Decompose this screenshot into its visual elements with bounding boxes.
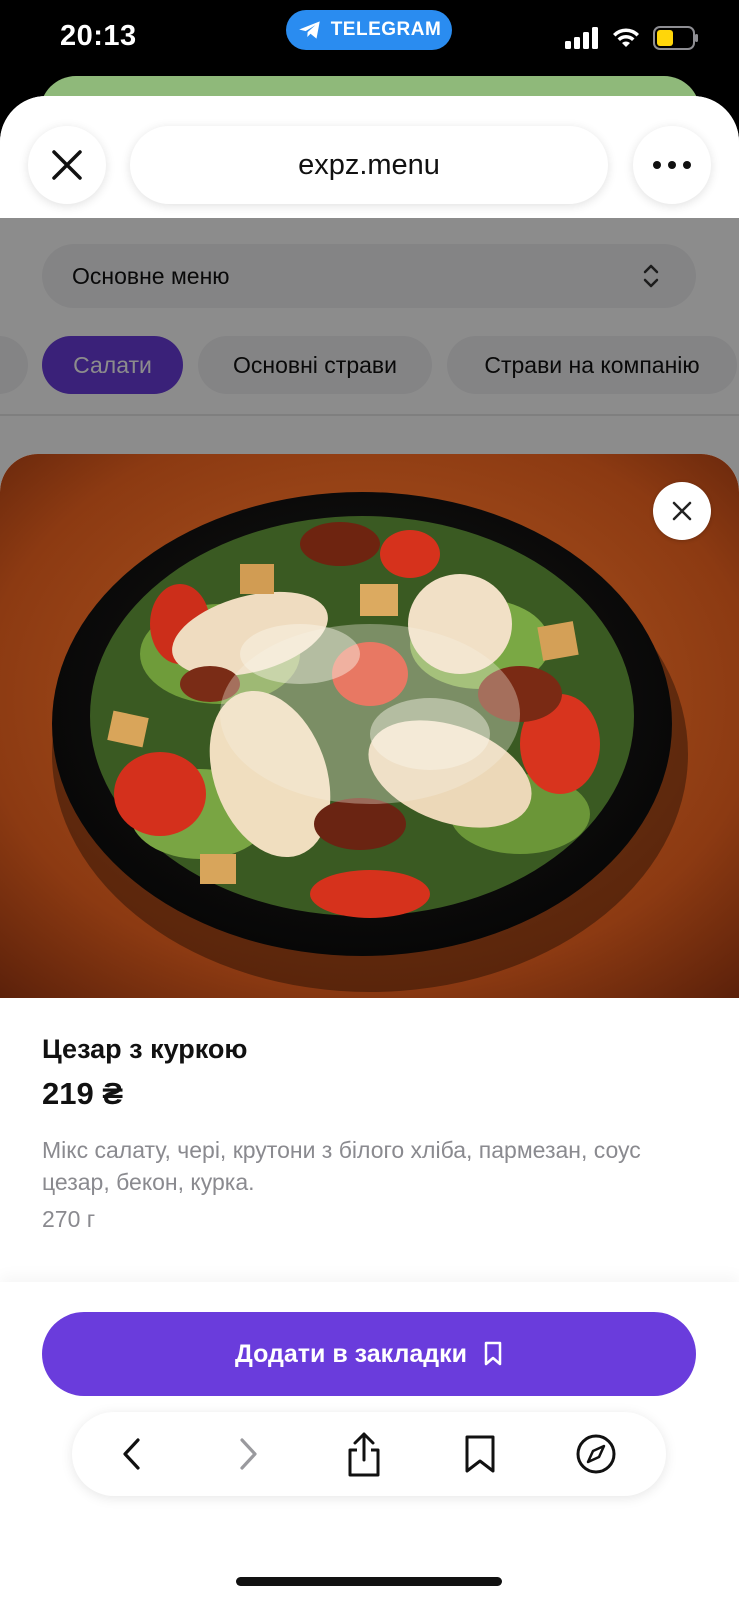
signal-icon: [565, 27, 598, 49]
dish-name: Цезар з куркою: [42, 1034, 248, 1064]
browser-header: expz.menu: [0, 96, 739, 218]
share-button[interactable]: [338, 1428, 390, 1480]
share-icon: [348, 1432, 380, 1477]
bookmarks-icon: [465, 1435, 495, 1473]
open-in-safari-button[interactable]: [570, 1428, 622, 1480]
back-icon: [123, 1438, 140, 1470]
return-app-label: TELEGRAM: [330, 19, 442, 40]
browser-toolbar: [72, 1412, 666, 1496]
back-button[interactable]: [106, 1428, 158, 1480]
browser-sheet: expz.menu Основне меню Салати Основні ст…: [0, 96, 739, 1600]
status-bar: 20:13 TELEGRAM: [0, 0, 739, 80]
telegram-icon: [298, 21, 320, 39]
dish-weight: 270 г: [42, 1206, 96, 1232]
dish-modal: Цезар з куркою 219 ₴ Мікс салату, черi, …: [0, 454, 739, 1600]
add-to-bookmarks-label: Додати в закладки: [234, 1339, 468, 1368]
modal-footer: Додати в закладки: [0, 1282, 739, 1600]
more-icon: [653, 161, 691, 169]
dish-description: Мікс салату, черi, крутони з білого хліб…: [42, 1137, 641, 1195]
wifi-icon: [613, 28, 639, 47]
forward-icon: [240, 1438, 257, 1470]
bookmarks-button[interactable]: [454, 1428, 506, 1480]
more-options-button[interactable]: [633, 126, 711, 204]
close-icon: [672, 501, 692, 521]
return-to-telegram-pill[interactable]: TELEGRAM: [286, 10, 452, 50]
home-indicator[interactable]: [236, 1577, 502, 1586]
add-to-bookmarks-button[interactable]: Додати в закладки: [42, 1312, 696, 1396]
bookmark-icon: [484, 1341, 502, 1366]
compass-icon: [576, 1434, 616, 1474]
close-icon: [52, 150, 82, 180]
forward-button[interactable]: [222, 1428, 274, 1480]
dish-price: 219 ₴: [42, 1076, 124, 1111]
status-icons: [565, 26, 699, 50]
battery-icon: [653, 26, 698, 50]
close-modal-button[interactable]: [653, 482, 711, 540]
url-field[interactable]: expz.menu: [130, 126, 608, 204]
status-time: 20:13: [60, 20, 137, 52]
close-browser-button[interactable]: [28, 126, 106, 204]
dish-photo: [0, 454, 739, 998]
